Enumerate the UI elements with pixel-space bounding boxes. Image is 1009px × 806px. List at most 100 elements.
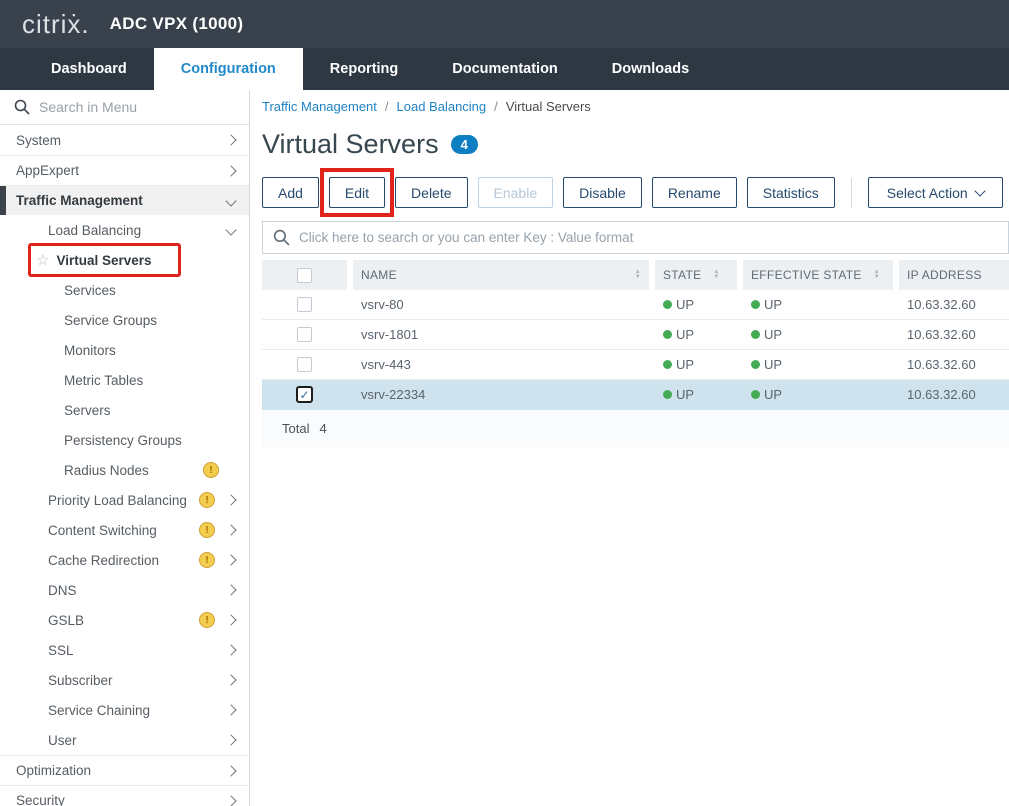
sidebar-item-dns[interactable]: DNS <box>0 575 249 605</box>
nav-tab-downloads[interactable]: Downloads <box>585 48 716 90</box>
column-header-ip-address[interactable]: IP ADDRESS <box>899 260 1009 290</box>
state-cell: UP <box>655 320 737 349</box>
app-title: ADC VPX (1000) <box>110 14 244 34</box>
nav-tab-configuration[interactable]: Configuration <box>154 48 303 90</box>
row-checkbox-cell <box>262 290 347 319</box>
sidebar-item-optimization[interactable]: Optimization <box>0 755 249 785</box>
state-cell: UP <box>655 350 737 379</box>
table-search-placeholder: Click here to search or you can enter Ke… <box>299 230 633 245</box>
row-checkbox[interactable] <box>297 297 312 312</box>
sidebar-item-priority-load-balancing[interactable]: Priority Load Balancing! <box>0 485 249 515</box>
status-label: UP <box>676 357 694 372</box>
sidebar-item-traffic-management[interactable]: Traffic Management <box>0 185 249 215</box>
nav-tab-reporting[interactable]: Reporting <box>303 48 425 90</box>
column-header-name[interactable]: NAME▲▼ <box>353 260 649 290</box>
sidebar-item-metric-tables[interactable]: Metric Tables <box>0 365 249 395</box>
chevron-right-icon <box>225 795 236 806</box>
sidebar-item-appexpert[interactable]: AppExpert <box>0 155 249 185</box>
sidebar-item-virtual-servers[interactable]: ☆Virtual Servers <box>0 245 249 275</box>
sidebar-item-user[interactable]: User <box>0 725 249 755</box>
name-cell: vsrv-1801 <box>353 320 649 349</box>
sidebar-item-label: Load Balancing <box>48 223 141 238</box>
table-row-vsrv-443[interactable]: vsrv-443UPUP10.63.32.60 <box>262 350 1009 380</box>
table-row-vsrv-80[interactable]: vsrv-80UPUP10.63.32.60 <box>262 290 1009 320</box>
status-up-dot <box>663 390 672 399</box>
sidebar-item-label: SSL <box>48 643 74 658</box>
sidebar-item-label: Service Chaining <box>48 703 150 718</box>
total-label: Total <box>282 421 309 436</box>
sidebar-item-ssl[interactable]: SSL <box>0 635 249 665</box>
column-header-label: STATE <box>663 268 701 282</box>
menu-search-input[interactable]: Search in Menu <box>0 90 249 125</box>
sidebar-item-system[interactable]: System <box>0 125 249 155</box>
sidebar-item-persistency-groups[interactable]: Persistency Groups <box>0 425 249 455</box>
select-all-checkbox[interactable] <box>297 268 312 283</box>
sidebar-item-label: Subscriber <box>48 673 113 688</box>
chevron-right-icon <box>225 614 236 625</box>
ip-address-cell: 10.63.32.60 <box>899 290 1009 319</box>
breadcrumb-link-load-balancing[interactable]: Load Balancing <box>397 99 487 114</box>
sidebar-item-cache-redirection[interactable]: Cache Redirection! <box>0 545 249 575</box>
edit-button[interactable]: Edit <box>329 177 385 208</box>
page-title: Virtual Servers <box>262 129 439 160</box>
chevron-right-icon <box>225 494 236 505</box>
nav-tab-dashboard[interactable]: Dashboard <box>24 48 154 90</box>
select-action-button[interactable]: Select Action <box>868 177 1003 208</box>
sidebar-item-services[interactable]: Services <box>0 275 249 305</box>
status-up-dot <box>751 300 760 309</box>
sidebar-item-label: Cache Redirection <box>48 553 159 568</box>
row-checkbox-cell <box>262 350 347 379</box>
sidebar-item-servers[interactable]: Servers <box>0 395 249 425</box>
sidebar-item-content-switching[interactable]: Content Switching! <box>0 515 249 545</box>
warning-icon: ! <box>203 462 219 478</box>
table-row-vsrv-1801[interactable]: vsrv-1801UPUP10.63.32.60 <box>262 320 1009 350</box>
edit-button-highlight-wrap: Edit <box>329 177 385 208</box>
warning-icon: ! <box>199 492 215 508</box>
chevron-right-icon <box>225 674 236 685</box>
sidebar-item-monitors[interactable]: Monitors <box>0 335 249 365</box>
effective-state-cell: UP <box>743 320 893 349</box>
table-row-vsrv-22334[interactable]: ✓vsrv-22334UPUP10.63.32.60 <box>262 380 1009 410</box>
status-up-dot <box>751 360 760 369</box>
row-checkbox[interactable] <box>297 357 312 372</box>
sidebar-item-label: Persistency Groups <box>64 433 182 448</box>
rename-button[interactable]: Rename <box>652 177 737 208</box>
sort-icon[interactable]: ▲▼ <box>713 270 719 280</box>
row-checkbox[interactable] <box>297 327 312 342</box>
breadcrumb-link-traffic-management[interactable]: Traffic Management <box>262 99 377 114</box>
sort-icon[interactable]: ▲▼ <box>635 270 641 280</box>
effective-state-cell: UP <box>743 380 893 409</box>
add-button[interactable]: Add <box>262 177 319 208</box>
sidebar-item-load-balancing[interactable]: Load Balancing <box>0 215 249 245</box>
sidebar-item-subscriber[interactable]: Subscriber <box>0 665 249 695</box>
chevron-right-icon <box>225 734 236 745</box>
row-checkbox[interactable]: ✓ <box>296 386 313 403</box>
warning-icon: ! <box>199 612 215 628</box>
name-cell: vsrv-80 <box>353 290 649 319</box>
name-cell: vsrv-22334 <box>353 380 649 409</box>
sort-icon[interactable]: ▲▼ <box>874 270 880 280</box>
delete-button[interactable]: Delete <box>395 177 467 208</box>
menu-search-placeholder: Search in Menu <box>39 99 137 115</box>
total-value: 4 <box>319 421 326 436</box>
sidebar-item-service-groups[interactable]: Service Groups <box>0 305 249 335</box>
column-header-state[interactable]: STATE ▲▼ <box>655 260 737 290</box>
star-icon: ☆ <box>36 251 49 269</box>
chevron-down-icon <box>225 224 236 235</box>
sidebar-item-gslb[interactable]: GSLB! <box>0 605 249 635</box>
sidebar-item-radius-nodes[interactable]: Radius Nodes! <box>0 455 249 485</box>
status-label: UP <box>676 387 694 402</box>
table-footer: Total 4 <box>262 410 1009 447</box>
status-up-dot <box>751 330 760 339</box>
breadcrumb-separator: / <box>385 99 389 114</box>
column-header-effective-state[interactable]: EFFECTIVE STATE▲▼ <box>743 260 893 290</box>
table-search-input[interactable]: Click here to search or you can enter Ke… <box>262 221 1009 254</box>
search-icon <box>14 99 30 115</box>
sidebar-item-service-chaining[interactable]: Service Chaining <box>0 695 249 725</box>
disable-button[interactable]: Disable <box>563 177 642 208</box>
sidebar-item-security[interactable]: Security <box>0 785 249 806</box>
nav-tab-documentation[interactable]: Documentation <box>425 48 585 90</box>
statistics-button[interactable]: Statistics <box>747 177 835 208</box>
status-up-dot <box>663 330 672 339</box>
select-all-header-cell <box>262 260 347 290</box>
